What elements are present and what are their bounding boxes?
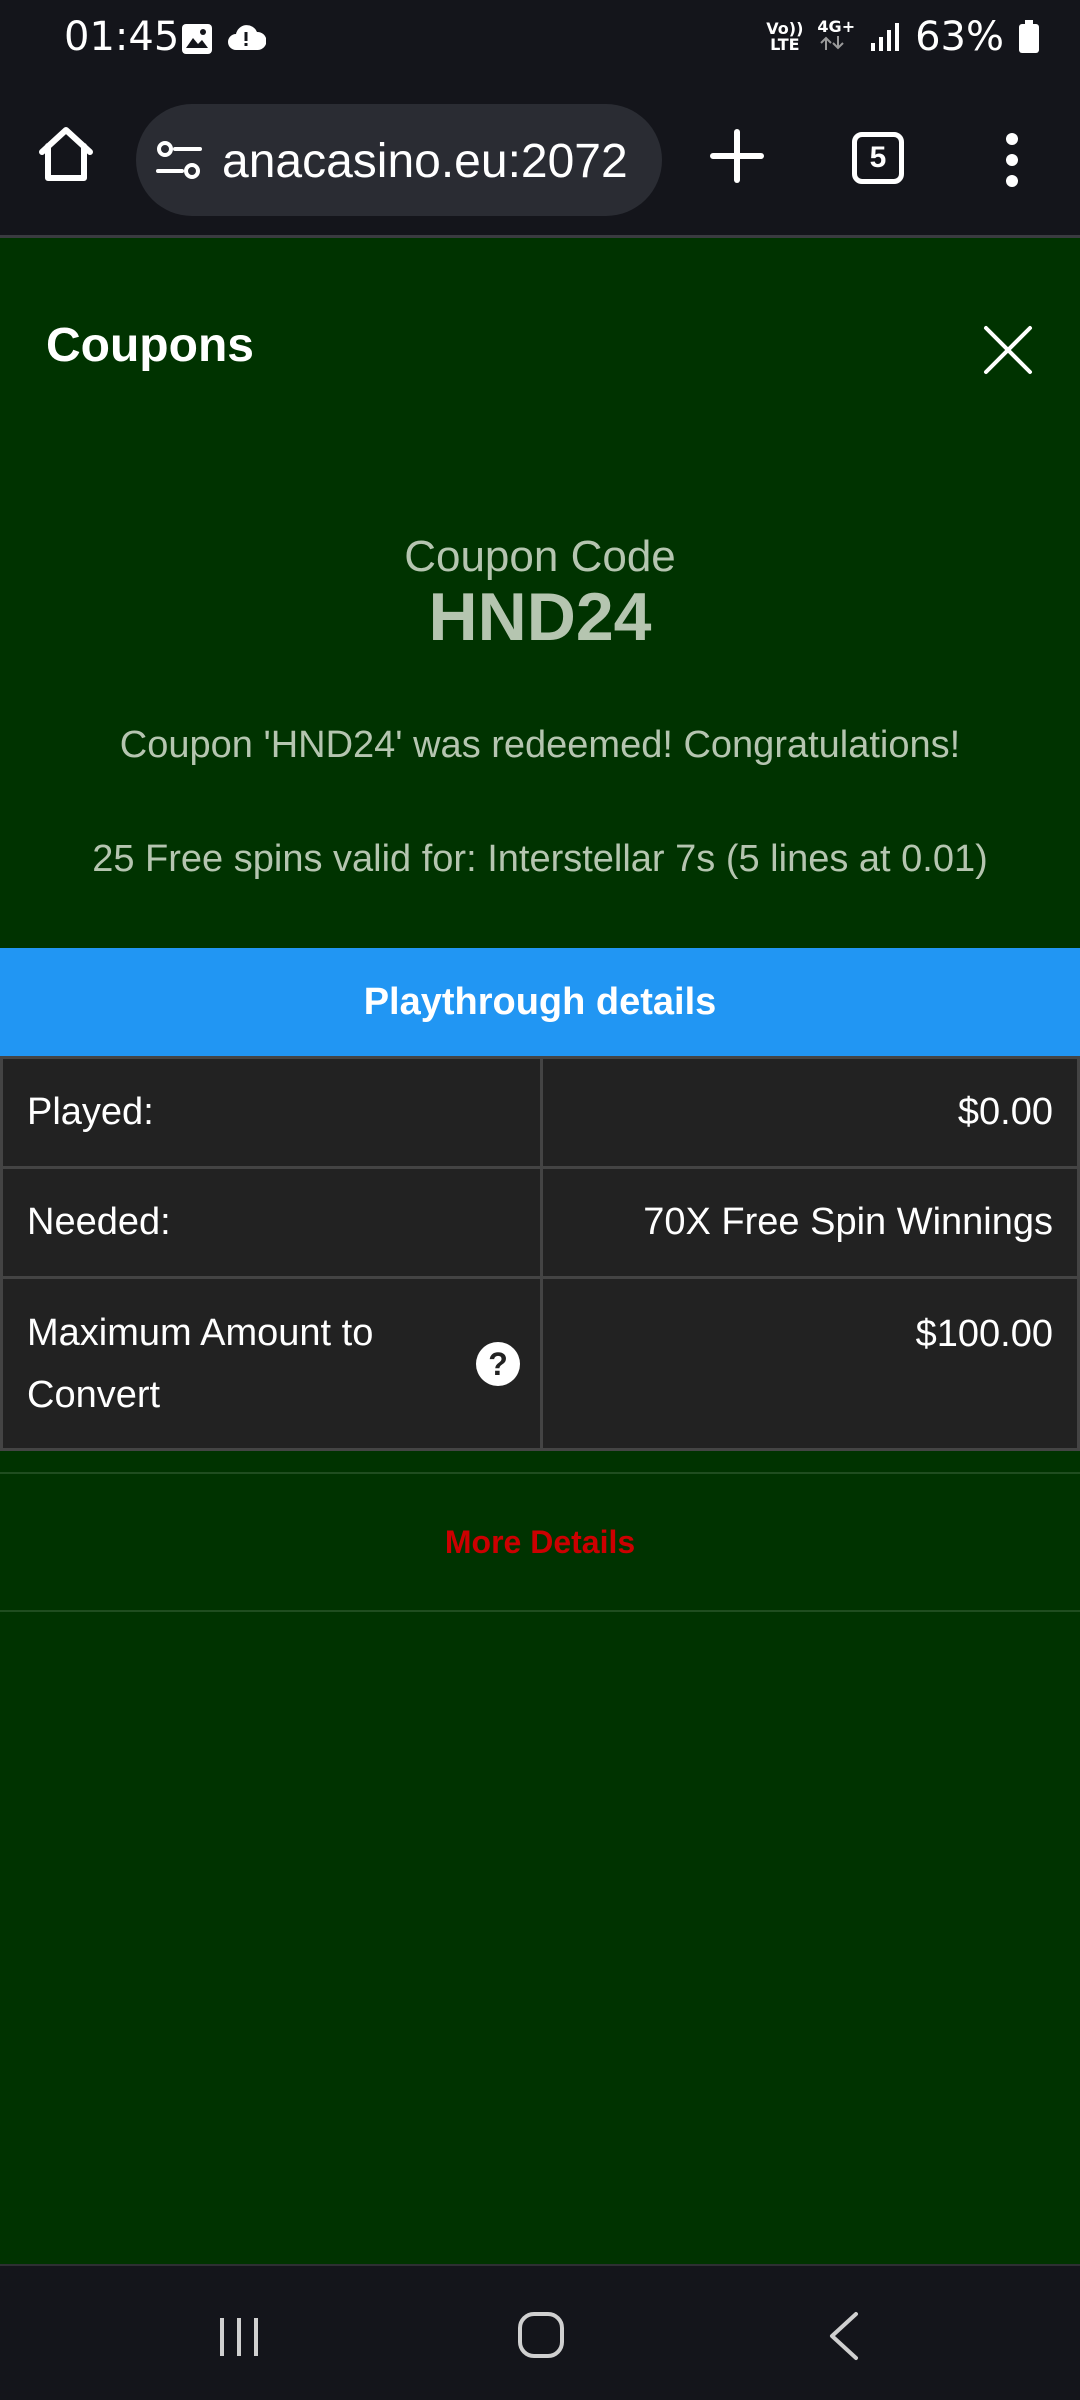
playthrough-table: Played: $0.00 Needed: 70X Free Spin Winn…: [0, 1056, 1080, 1451]
table-row: Needed: 70X Free Spin Winnings: [0, 1166, 1080, 1279]
needed-label: Needed:: [0, 1166, 543, 1279]
close-icon[interactable]: [982, 324, 1034, 376]
coupon-code-label: Coupon Code: [404, 532, 676, 581]
cloud-alert-icon: [228, 25, 266, 50]
home-icon[interactable]: [36, 124, 96, 184]
max-convert-value: $100.00: [540, 1276, 1080, 1451]
playthrough-header: Playthrough details: [0, 948, 1080, 1056]
more-details-link[interactable]: More Details: [0, 1472, 1080, 1612]
data-indicator: 4G+: [817, 19, 855, 55]
needed-value: 70X Free Spin Winnings: [540, 1166, 1080, 1279]
url-text[interactable]: anacasino.eu:2072: [222, 134, 628, 189]
signal-icon: [871, 23, 900, 51]
new-tab-icon[interactable]: [710, 129, 764, 183]
battery-percent: 63%: [915, 14, 1004, 60]
table-row: Maximum Amount to Convert ? $100.00: [0, 1276, 1080, 1451]
recent-apps-icon[interactable]: [216, 2314, 262, 2360]
max-convert-cell: Maximum Amount to Convert ?: [0, 1276, 543, 1451]
redeemed-message: Coupon 'HND24' was redeemed! Congratulat…: [119, 724, 961, 766]
played-label: Played:: [0, 1056, 543, 1169]
status-bar: 01:45 Vo)) LTE 4G+ 63%: [0, 0, 1080, 80]
back-icon[interactable]: [826, 2310, 862, 2362]
image-icon: [182, 24, 212, 54]
free-spins-message: 25 Free spins valid for: Interstellar 7s…: [92, 838, 988, 880]
more-options-icon[interactable]: [1000, 132, 1024, 188]
help-icon[interactable]: ?: [476, 1341, 520, 1386]
notification-icons: [180, 22, 266, 56]
site-settings-icon[interactable]: [156, 138, 202, 182]
status-time: 01:45: [64, 14, 180, 60]
max-convert-label: Maximum Amount to Convert: [27, 1311, 374, 1416]
volte-indicator: Vo)) LTE: [766, 19, 804, 54]
table-row: Played: $0.00: [0, 1056, 1080, 1169]
system-nav-bar: [0, 2264, 1080, 2400]
browser-toolbar: anacasino.eu:2072 5: [0, 80, 1080, 238]
nav-home-icon[interactable]: [516, 2310, 566, 2360]
coupon-code: HND24: [428, 579, 652, 655]
battery-icon: [1019, 20, 1039, 53]
address-bar[interactable]: anacasino.eu:2072: [136, 104, 662, 216]
played-value: $0.00: [540, 1056, 1080, 1169]
data-arrows-icon: [820, 36, 845, 50]
status-right: Vo)) LTE 4G+ 63%: [766, 14, 1040, 60]
modal-title: Coupons: [46, 319, 254, 372]
tab-switcher-button[interactable]: 5: [852, 132, 904, 184]
